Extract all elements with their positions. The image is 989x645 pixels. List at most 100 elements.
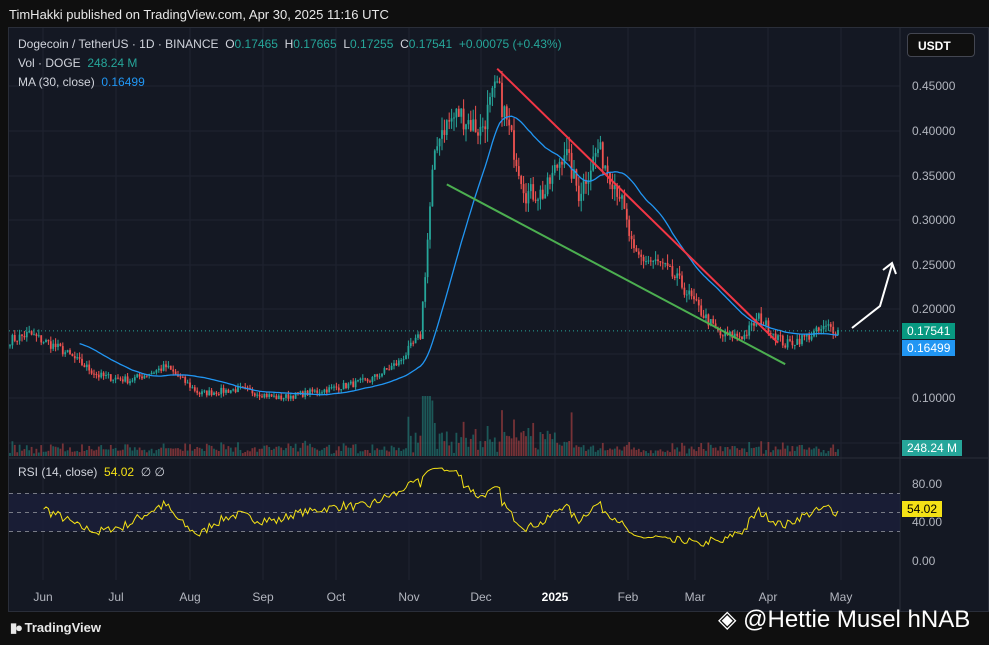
high-value: 0.17665 [293,37,337,51]
close-price-tag: 0.17541 [902,323,956,339]
candle-body [426,239,429,278]
candle-body [325,389,328,393]
candle-body [21,334,23,336]
volume-bar [565,442,568,456]
volume-bar [484,441,487,456]
volume-bar [666,450,669,456]
candle-body [417,334,419,338]
candle-body [671,266,674,277]
volume-bar [328,444,331,456]
high-label: H [284,37,294,51]
volume-bar [448,445,451,456]
candle-body [42,342,45,344]
volume-bar [35,448,38,456]
volume-bar [316,449,319,456]
candle-body [198,392,201,395]
volume-bar [117,450,119,456]
chart-canvas[interactable] [0,0,989,645]
volume-bar [42,451,45,456]
volume-bar [537,449,539,456]
candle-body [256,394,259,396]
volume-bar [37,452,40,456]
candle-body [102,372,105,376]
candle-body [150,372,153,375]
volume-bar [215,449,218,456]
candle-body [474,119,477,133]
candle-body [179,376,182,378]
volume-bar [378,449,381,456]
volume-bar [311,447,314,456]
candle-body [515,159,518,167]
candle-body [193,387,196,391]
volume-bar [513,419,515,456]
candle-body [277,395,280,400]
candle-body [52,343,55,349]
volume-bar [64,451,67,456]
volume-bar [611,449,614,456]
candle-body [772,333,775,335]
candle-body [525,193,527,204]
candle-body [16,340,19,342]
volume-bar [438,433,441,456]
candle-body [196,390,199,393]
volume-bar [546,430,549,456]
candle-body [589,170,592,181]
volume-bar [203,450,206,456]
volume-bar [88,445,91,456]
tradingview-logo[interactable]: ▮● TradingView [10,620,101,636]
candle-body [472,119,475,131]
volume-bar [18,444,21,456]
candle-body [205,390,208,396]
volume-bar [107,449,110,456]
volume-bar [342,443,345,456]
candle-body [793,344,796,346]
candle-body [661,262,664,264]
candle-body [107,374,110,376]
candle-body [633,239,635,249]
volume-bar [736,448,739,456]
brand-label: TradingView [24,620,101,635]
candle-body [189,382,191,388]
candle-body [765,320,767,325]
currency-button[interactable]: USDT [907,33,975,57]
time-tick: Oct [326,590,346,604]
volume-bar [779,449,782,456]
volume-bar [71,451,74,456]
volume-bar [623,446,626,456]
volume-bar [774,446,777,456]
volume-bar [390,445,393,456]
low-value: 0.17255 [350,37,394,51]
volume-bar [558,444,561,456]
candle-body [333,386,335,388]
volume-bar [585,450,587,456]
candle-body [57,343,59,348]
price-tick: 0.10000 [912,391,956,405]
candle-body [342,382,345,390]
volume-bar [148,450,151,456]
candle-body [777,335,779,340]
volume-bar [157,448,160,456]
candle-body [551,172,554,184]
volume-bar [532,422,535,456]
volume-bar [30,446,33,456]
rsi-tick: 80.00 [912,477,943,491]
candle-body [803,335,806,337]
volume-bar [33,453,35,456]
volume-bar [508,436,511,456]
candle-body [217,394,220,396]
candle-body [546,177,549,195]
price-tick: 0.25000 [912,258,956,272]
candle-body [561,161,563,165]
candle-body [69,350,71,354]
volume-bar [405,448,407,456]
volume-label: Vol · DOGE [18,56,81,70]
candle-body [640,254,643,257]
volume-bar [25,445,28,456]
volume-bar [40,445,43,456]
volume-bar [205,443,208,456]
volume-bar [246,450,249,456]
candle-body [318,392,321,394]
candle-body [25,332,28,338]
candle-body [534,199,537,201]
volume-bar [805,449,808,456]
